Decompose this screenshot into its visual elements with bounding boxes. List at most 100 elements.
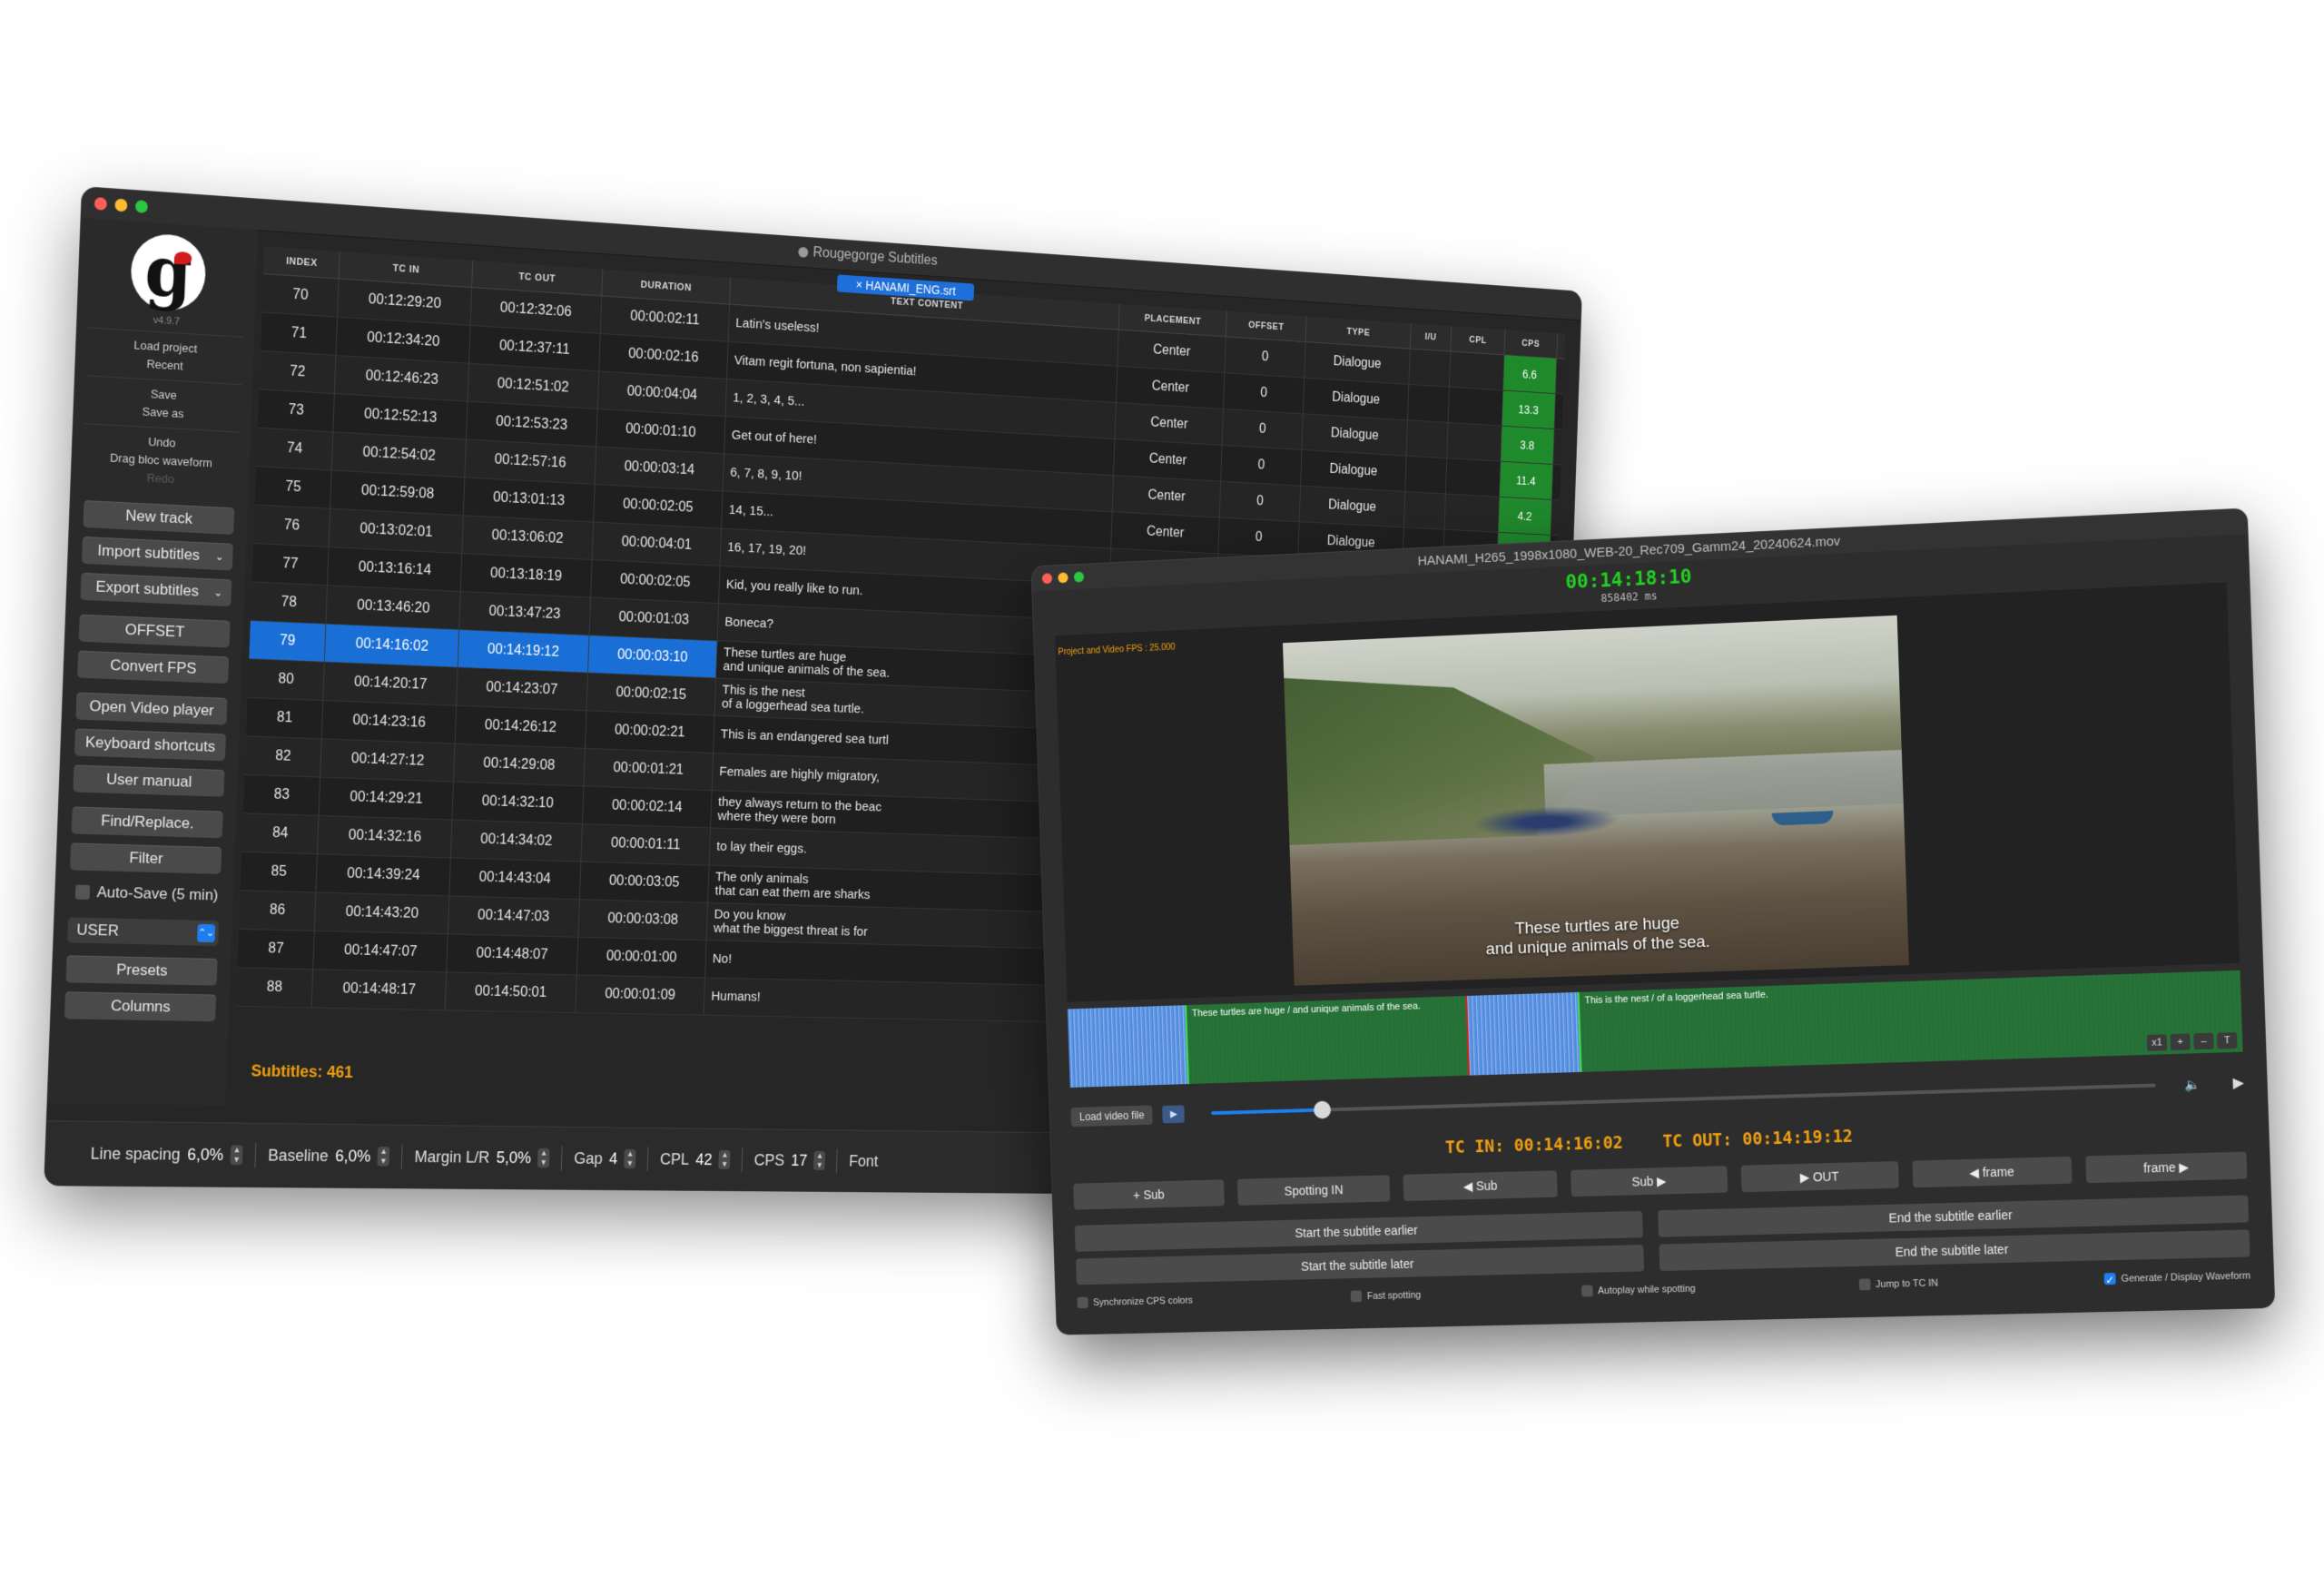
stepper-icon[interactable]: ▲ ▼ (718, 1149, 731, 1170)
video-player-window: HANAMI_H265_1998x1080_WEB-20_Rec709_Gamm… (1031, 508, 2275, 1335)
end-later-button[interactable]: End the subtitle later (1659, 1229, 2250, 1272)
cell-tc-in: 00:14:23:16 (321, 700, 457, 744)
cell-placement: Center (1113, 438, 1222, 482)
cell-offset: 0 (1217, 517, 1300, 558)
stepper-icon[interactable]: ▲ ▼ (377, 1146, 390, 1167)
cell-duration: 00:00:03:10 (587, 635, 717, 678)
option-checkbox[interactable]: ✓ Generate / Display Waveform (2103, 1270, 2251, 1286)
option-checkbox[interactable]: Autoplay while spotting (1581, 1283, 1696, 1297)
checkbox[interactable] (74, 884, 91, 900)
presets-button[interactable]: Presets (65, 955, 218, 986)
option-label: Generate / Display Waveform (2121, 1270, 2251, 1285)
zoom-window-button[interactable] (134, 200, 149, 213)
convert-fps-button[interactable]: Convert FPS (77, 650, 230, 685)
zoom-out-button[interactable]: – (2193, 1032, 2214, 1050)
minimize-window-button[interactable] (1058, 572, 1068, 584)
cell-tc-out: 00:14:47:03 (447, 895, 580, 938)
chevron-down-icon: ⌄ (213, 586, 223, 599)
filter-button[interactable]: Filter (70, 842, 222, 874)
volume-icon[interactable]: 🔈 (2184, 1077, 2201, 1092)
checkbox[interactable] (1350, 1290, 1363, 1303)
cpl-field[interactable]: CPL 42 ▲ ▼ (660, 1149, 731, 1170)
margin-field[interactable]: Margin L/R 5,0% ▲ ▼ (414, 1147, 550, 1168)
prev-sub-button[interactable]: ◀ Sub (1403, 1170, 1559, 1202)
gap-value[interactable]: 4 (609, 1149, 618, 1167)
offset-button[interactable]: OFFSET (78, 614, 231, 648)
column-header[interactable]: I/U (1409, 323, 1452, 352)
waveform-subtitle-block[interactable]: This is the nest / of a loggerhead sea t… (1577, 970, 2243, 1072)
cell-text[interactable]: Humans! (703, 977, 1096, 1023)
cpl-value[interactable]: 42 (695, 1150, 713, 1168)
autosave-checkbox[interactable]: Auto-Save (5 min) (74, 883, 233, 905)
gap-field[interactable]: Gap 4 ▲ ▼ (574, 1148, 636, 1169)
line-spacing-value[interactable]: 6,0% (187, 1145, 224, 1164)
next-frame-button[interactable]: frame ▶ (2085, 1151, 2248, 1184)
stepper-icon[interactable]: ▲ ▼ (230, 1145, 243, 1166)
columns-button[interactable]: Columns (64, 991, 217, 1022)
video-viewer[interactable]: These turtles are huge and unique animal… (1055, 582, 2240, 1002)
checkbox[interactable] (1858, 1278, 1871, 1291)
checkbox[interactable] (1581, 1285, 1593, 1297)
cell-tc-out: 00:14:29:08 (453, 744, 586, 786)
cell-index: 76 (253, 505, 331, 547)
option-checkbox[interactable]: Jump to TC IN (1858, 1277, 1938, 1291)
stepper-icon[interactable]: ▲ ▼ (813, 1150, 826, 1171)
line-spacing-field[interactable]: Line spacing 6,0% ▲ ▼ (90, 1144, 243, 1166)
start-later-button[interactable]: Start the subtitle later (1076, 1245, 1645, 1285)
cell-empty (1445, 458, 1501, 497)
column-header[interactable]: ⚠ (1556, 333, 1566, 360)
close-window-button[interactable] (1041, 573, 1053, 585)
cell-index: 86 (239, 890, 317, 931)
next-sub-button[interactable]: Sub ▶ (1571, 1166, 1728, 1197)
option-checkbox[interactable]: Synchronize CPS colors (1077, 1295, 1193, 1309)
import-subtitles-button[interactable]: Import subtitles ⌄ (81, 536, 233, 571)
option-checkbox[interactable]: Fast spotting (1350, 1289, 1422, 1303)
zoom-level-button[interactable]: x1 (2146, 1034, 2168, 1051)
user-preset-select[interactable]: USER ⌃⌄ (67, 917, 220, 947)
stepper-icon[interactable]: ▲ ▼ (537, 1148, 550, 1168)
column-header[interactable]: CPL (1451, 326, 1505, 355)
video-icon[interactable]: ▶ (1162, 1105, 1186, 1124)
spotting-in-button[interactable]: Spotting IN (1236, 1175, 1391, 1206)
spotting-out-button[interactable]: ▶ OUT (1740, 1161, 1899, 1193)
cell-tc-in: 00:13:46:20 (326, 585, 460, 630)
baseline-value[interactable]: 6,0% (335, 1147, 371, 1166)
cps-value[interactable]: 17 (791, 1151, 808, 1169)
cps-field[interactable]: CPS 17 ▲ ▼ (753, 1150, 826, 1171)
cell-index: 82 (244, 735, 322, 778)
export-subtitles-button[interactable]: Export subtitles ⌄ (80, 572, 232, 607)
close-window-button[interactable] (94, 196, 107, 211)
font-field[interactable]: Font (849, 1152, 879, 1170)
checked-checkbox[interactable]: ✓ (2103, 1272, 2116, 1286)
open-video-player-button[interactable]: Open Video player (75, 692, 228, 725)
video-frame[interactable]: These turtles are huge and unique animal… (1282, 615, 1909, 986)
cell-type: Dialogue (1303, 378, 1409, 420)
baseline-field[interactable]: Baseline 6,0% ▲ ▼ (268, 1146, 390, 1167)
minimize-window-button[interactable] (114, 198, 128, 212)
window-title: Rougegorge Subtitles (812, 245, 938, 269)
play-icon[interactable]: ▶ (2232, 1074, 2244, 1092)
prev-frame-button[interactable]: ◀ frame (1912, 1156, 2073, 1188)
zoom-in-button[interactable]: + (2170, 1033, 2191, 1051)
waveform-text-button[interactable]: T (2217, 1031, 2238, 1049)
cell-tc-out: 00:13:18:19 (459, 553, 592, 598)
add-sub-button[interactable]: + Sub (1073, 1179, 1226, 1210)
zoom-window-button[interactable] (1073, 571, 1085, 583)
tc-in-label: TC IN: (1444, 1136, 1505, 1158)
keyboard-shortcuts-button[interactable]: Keyboard shortcuts (74, 728, 226, 762)
column-header[interactable]: CPS (1503, 330, 1558, 359)
cell-empty (1449, 351, 1504, 390)
start-earlier-button[interactable]: Start the subtitle earlier (1074, 1210, 1643, 1252)
checkbox[interactable] (1077, 1296, 1088, 1309)
waveform-subtitle-block[interactable]: These turtles are huge / and unique anim… (1185, 995, 1471, 1085)
end-earlier-button[interactable]: End the subtitle earlier (1658, 1195, 2250, 1237)
load-video-button[interactable]: Load video file (1070, 1105, 1154, 1128)
user-manual-button[interactable]: User manual (73, 764, 225, 797)
close-icon[interactable]: × (855, 278, 862, 292)
new-track-button[interactable]: New track (83, 499, 235, 536)
stepper-icon[interactable]: ▲ ▼ (624, 1148, 636, 1169)
find-replace-button[interactable]: Find/Replace. (71, 806, 223, 839)
timeline-slider[interactable] (1211, 1083, 2156, 1119)
slider-knob[interactable] (1313, 1100, 1331, 1119)
margin-value[interactable]: 5,0% (496, 1148, 531, 1167)
